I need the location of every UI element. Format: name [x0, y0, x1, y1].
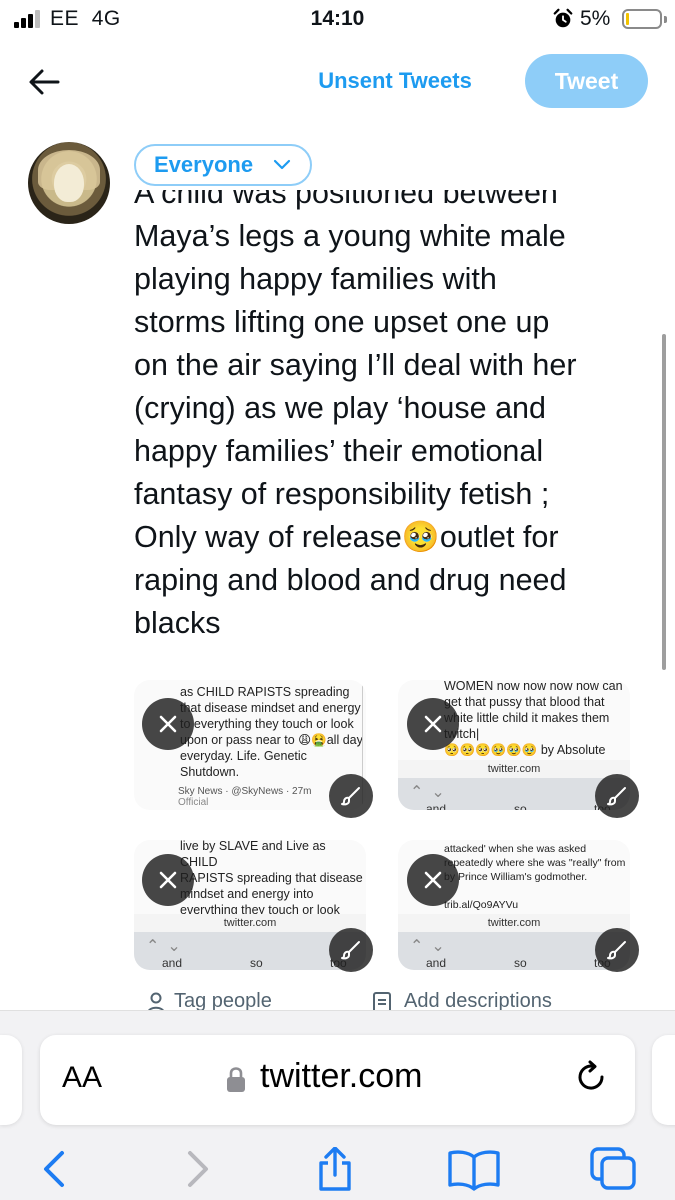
edit-media-3-button[interactable]: [329, 928, 373, 972]
browser-bottom-bar: AA twitter.com: [0, 1010, 675, 1200]
tweet-text[interactable]: A child was positioned between Maya’s leg…: [134, 190, 644, 645]
tweet-text-line: on the air saying I’ll deal with her: [134, 348, 577, 382]
remove-media-1-button[interactable]: [142, 698, 194, 750]
alarm-icon: [553, 8, 573, 28]
audience-label: Everyone: [154, 152, 254, 177]
media-3-url: twitter.com: [134, 914, 366, 932]
media-4-text: attacked' when she was asked repeatedly …: [444, 843, 626, 911]
edit-media-4-button[interactable]: [595, 928, 639, 972]
address-bar[interactable]: AA twitter.com: [40, 1035, 635, 1125]
tabs-icon[interactable]: [588, 1147, 640, 1191]
previous-tab-peek[interactable]: [0, 1035, 22, 1125]
tweet-text-line: storms lifting one upset one up: [134, 305, 550, 339]
forward-icon[interactable]: [178, 1147, 218, 1191]
page-settings-button[interactable]: AA: [62, 1061, 102, 1095]
status-bar: EE 4G 14:10 5%: [0, 0, 675, 40]
brush-icon: [607, 787, 626, 806]
close-icon: [424, 871, 442, 889]
battery-fill: [626, 13, 629, 25]
share-icon[interactable]: [313, 1147, 357, 1191]
edit-media-2-button[interactable]: [595, 774, 639, 818]
audience-selector[interactable]: Everyone: [134, 144, 312, 186]
address-domain: twitter.com: [260, 1057, 423, 1095]
brush-icon: [341, 787, 360, 806]
tweet-text-line: happy families’ their emotional: [134, 434, 544, 468]
avatar: [28, 142, 110, 224]
edit-media-1-button[interactable]: [329, 774, 373, 818]
lock-icon: [227, 1067, 245, 1092]
tweet-text-line: A child was positioned between: [134, 190, 558, 210]
close-icon: [424, 715, 442, 733]
tweet-text-line: (crying) as we play ‘house and: [134, 391, 546, 425]
close-icon: [159, 715, 177, 733]
back-icon[interactable]: [34, 1147, 74, 1191]
tweet-compose-area[interactable]: A child was positioned between Maya’s leg…: [134, 190, 644, 655]
reload-icon[interactable]: [574, 1059, 610, 1097]
remove-media-4-button[interactable]: [407, 854, 459, 906]
tweet-text-line: Only way of release🥹outlet for: [134, 520, 559, 554]
media-1-text: as CHILD RAPISTS spreading that disease …: [180, 685, 363, 779]
close-icon: [159, 871, 177, 889]
brush-icon: [607, 941, 626, 960]
media-2-url: twitter.com: [398, 760, 630, 778]
tweet-text-line: playing happy families with: [134, 262, 497, 296]
battery-icon: [622, 9, 667, 29]
bookmarks-icon[interactable]: [446, 1147, 502, 1191]
unsent-tweets-link[interactable]: Unsent Tweets: [290, 68, 500, 94]
next-tab-peek[interactable]: [652, 1035, 675, 1125]
remove-media-3-button[interactable]: [142, 854, 194, 906]
brush-icon: [341, 941, 360, 960]
media-4-url: twitter.com: [398, 914, 630, 932]
battery-percent: 5%: [580, 7, 611, 30]
media-2-text: WOMEN now now now now can get that pussy…: [444, 680, 623, 757]
tweet-text-line: fantasy of responsibility fetish ;: [134, 477, 550, 511]
tweet-text-line: Maya’s legs a young white male: [134, 219, 566, 253]
chevron-down-icon: [273, 159, 291, 170]
back-arrow-icon[interactable]: [26, 66, 62, 98]
tweet-text-line: blacks: [134, 606, 221, 640]
scroll-indicator: [662, 334, 666, 670]
remove-media-2-button[interactable]: [407, 698, 459, 750]
tweet-text-line: raping and blood and drug need: [134, 563, 567, 597]
tweet-button[interactable]: Tweet: [525, 54, 648, 108]
